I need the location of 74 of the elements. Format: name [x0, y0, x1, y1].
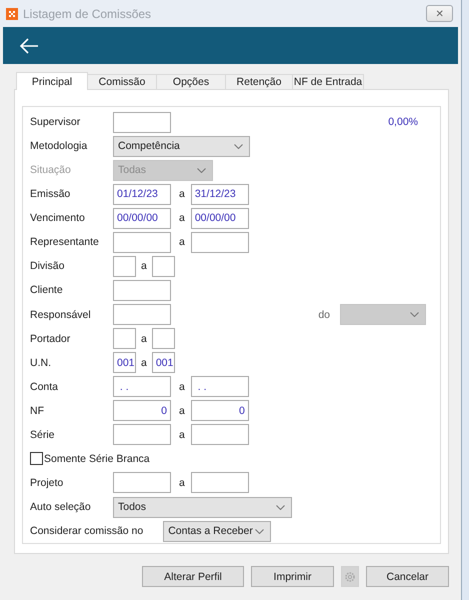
range-separator: a: [179, 188, 185, 200]
input-field[interactable]: [113, 280, 171, 301]
percentage-value: 0,00%: [388, 116, 418, 128]
input-field[interactable]: [113, 304, 171, 326]
field-label: Projeto: [30, 476, 64, 489]
chevron-down-icon: [234, 144, 243, 149]
field-label: Considerar comissão no: [30, 525, 144, 538]
input-field[interactable]: . .: [190, 376, 249, 398]
tab[interactable]: Opções: [156, 74, 226, 89]
field-label: Divisão: [30, 260, 66, 272]
input-field[interactable]: [113, 328, 136, 350]
field-label: Série: [30, 428, 56, 441]
tab[interactable]: Retenção: [225, 74, 293, 89]
input-field[interactable]: [113, 112, 171, 133]
action-button[interactable]: Cancelar: [366, 566, 449, 587]
app-logo-icon: [6, 8, 18, 20]
gear-icon: [344, 570, 356, 582]
range-separator: a: [141, 356, 147, 369]
field-label: Auto seleção: [30, 501, 92, 514]
input-field[interactable]: [113, 256, 136, 277]
field-label: Vencimento: [30, 212, 86, 224]
close-button[interactable]: ✕: [426, 5, 453, 22]
tab[interactable]: NF de Entrada: [292, 74, 364, 89]
chevron-down-icon: [197, 168, 206, 173]
back-arrow-icon[interactable]: [19, 38, 39, 54]
input-field[interactable]: . .: [113, 376, 171, 398]
chevron-down-icon: [255, 528, 264, 534]
field-label: Representante: [30, 236, 100, 248]
range-separator: a: [179, 380, 185, 393]
range-separator: a: [179, 476, 185, 489]
input-field[interactable]: [113, 424, 171, 446]
field-label: Supervisor: [30, 116, 82, 128]
field-label: Metodologia: [30, 140, 88, 152]
chevron-down-icon: [410, 312, 419, 318]
input-field[interactable]: [190, 424, 249, 446]
input-field[interactable]: 0: [113, 400, 171, 422]
input-field[interactable]: 001: [113, 352, 136, 374]
action-button[interactable]: Alterar Perfil: [142, 566, 244, 587]
dropdown[interactable]: Competência: [113, 136, 250, 157]
range-separator: a: [179, 212, 185, 224]
input-field[interactable]: [113, 472, 171, 494]
tab[interactable]: Principal: [16, 72, 88, 90]
field-label: Responsável: [30, 308, 92, 321]
checkbox[interactable]: [30, 452, 43, 466]
range-separator: a: [179, 428, 185, 441]
input-field[interactable]: [190, 232, 249, 253]
field-label: NF: [30, 404, 45, 417]
input-field[interactable]: 00/00/00: [190, 208, 249, 229]
input-field[interactable]: [152, 328, 175, 350]
input-field[interactable]: 31/12/23: [190, 184, 249, 205]
action-button[interactable]: Imprimir: [251, 566, 334, 587]
input-field[interactable]: [152, 256, 175, 277]
field-label: U.N.: [30, 356, 52, 369]
dropdown[interactable]: Contas a Receber: [163, 520, 272, 542]
range-separator: a: [141, 260, 147, 272]
input-field[interactable]: 0: [190, 400, 249, 422]
field-label: Emissão: [30, 188, 72, 200]
field-label: Situação: [30, 164, 72, 176]
input-field[interactable]: 01/12/23: [113, 184, 171, 205]
range-separator: a: [179, 404, 185, 417]
field-label: do: [318, 308, 330, 321]
field-label: Conta: [30, 380, 60, 393]
input-field[interactable]: [190, 472, 249, 494]
range-separator: a: [179, 236, 185, 248]
input-field[interactable]: 00/00/00: [113, 208, 171, 229]
window-title: Listagem de Comissões: [23, 6, 152, 20]
input-field[interactable]: [113, 232, 171, 253]
field-label: Cliente: [30, 284, 64, 296]
dropdown[interactable]: Todos: [113, 496, 292, 518]
field-label: Portador: [30, 332, 72, 345]
chevron-down-icon: [276, 504, 285, 510]
range-separator: a: [141, 332, 147, 345]
checkbox-option[interactable]: Somente Série Branca: [30, 452, 150, 466]
input-field[interactable]: 001: [152, 352, 175, 374]
